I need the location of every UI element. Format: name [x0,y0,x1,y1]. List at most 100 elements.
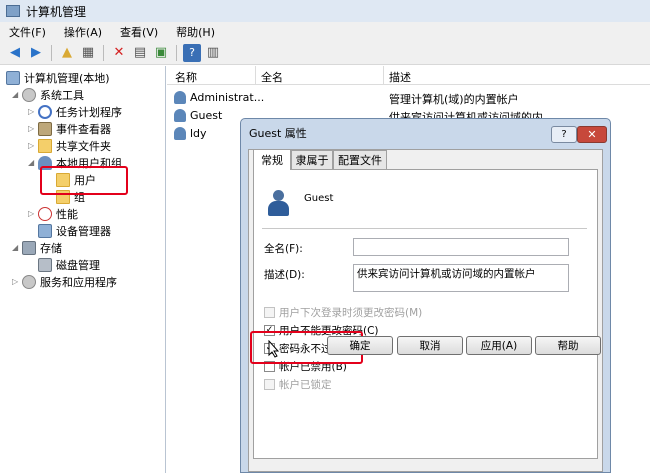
tree-label: 任务计划程序 [56,105,122,119]
storage-icon [22,240,36,255]
toolbar: ◀ ▶ ▲ ▦ ✕ ▤ ▣ ? ▥ [0,41,650,65]
menu-bar: 文件(F) 操作(A) 查看(V) 帮助(H) [0,22,650,41]
user-name: ldy [190,127,207,140]
tree-label: 设备管理器 [56,224,111,238]
computer-icon [6,70,20,85]
tree-item-task-scheduler[interactable]: ▷ 任务计划程序 [28,103,122,120]
properties-icon[interactable]: ▤ [131,44,149,62]
column-header-name[interactable]: 名称 [175,69,197,85]
user-name: Administrat... [190,91,265,104]
user-icon [174,127,186,140]
highlight-box-users [40,166,128,195]
fullname-label: 全名(F): [264,243,303,255]
mouse-cursor-icon [268,340,280,358]
tree-item-storage[interactable]: ◢ 存储 [12,239,62,256]
shared-folder-icon [38,138,52,153]
tree-item-root[interactable]: 计算机管理(本地) [6,69,110,86]
tree-item-services-apps[interactable]: ▷ 服务和应用程序 [12,273,117,290]
cancel-button[interactable]: 取消 [397,336,463,355]
column-separator[interactable] [383,66,384,85]
tree-label: 性能 [56,207,78,221]
expand-arrow-icon[interactable]: ▷ [12,277,22,286]
tree-item-event-viewer[interactable]: ▷ 事件查看器 [28,120,111,137]
user-description: 管理计算机(域)的内置帐户 [389,93,519,106]
menu-help[interactable]: 帮助(H) [167,24,224,40]
apply-button[interactable]: 应用(A) [466,336,532,355]
tree-label: 磁盘管理 [56,258,100,272]
dialog-help-button[interactable]: ? [551,126,577,143]
list-header: 名称 全名 描述 [167,66,650,85]
collapse-arrow-icon[interactable]: ◢ [12,90,22,99]
dialog-close-button[interactable]: ✕ [577,126,607,143]
disk-icon [38,257,52,272]
delete-icon[interactable]: ✕ [110,44,128,62]
tab-profile[interactable]: 配置文件 [333,150,387,169]
back-icon[interactable]: ◀ [6,44,24,62]
toolbar-separator [103,44,104,61]
expand-arrow-icon[interactable]: ▷ [28,141,38,150]
show-tree-icon[interactable]: ▦ [79,44,97,62]
clock-icon [38,104,52,119]
tree-item-device-manager[interactable]: 设备管理器 [38,222,111,239]
dialog-title: Guest 属性 [249,127,307,140]
column-header-fullname[interactable]: 全名 [261,69,283,85]
checkbox-box[interactable] [264,307,275,318]
description-label: 描述(D): [264,269,305,281]
tree-label: 存储 [40,241,62,255]
event-viewer-icon [38,121,52,136]
column-separator[interactable] [255,66,256,85]
view-icon[interactable]: ▥ [204,44,222,62]
up-folder-icon[interactable]: ▲ [58,44,76,62]
services-icon [22,274,36,289]
checkbox-label: 帐户已锁定 [279,379,332,391]
tree-item-system-tools[interactable]: ◢ 系统工具 [12,86,84,103]
collapse-arrow-icon[interactable]: ◢ [12,243,22,252]
navigation-tree: 计算机管理(本地) ◢ 系统工具 ▷ 任务计划程序 ▷ 事件查看器 ▷ 共享文件… [0,66,166,473]
description-field[interactable]: 供来宾访问计算机或访问域的内置帐户 [353,264,569,292]
tools-icon [22,87,36,102]
title-bar: 计算机管理 [0,0,650,22]
export-list-icon[interactable]: ▣ [152,44,170,62]
expand-arrow-icon[interactable]: ▷ [28,107,38,116]
checkbox-box[interactable] [264,379,275,390]
tab-member-of[interactable]: 隶属于 [291,150,333,169]
toolbar-separator [176,44,177,61]
account-locked-checkbox[interactable]: 帐户已锁定 [264,377,332,392]
collapse-arrow-icon[interactable]: ◢ [28,158,38,167]
tree-label: 服务和应用程序 [40,275,117,289]
user-icon [174,91,186,104]
ok-button[interactable]: 确定 [327,336,393,355]
menu-file[interactable]: 文件(F) [0,24,55,40]
column-header-description[interactable]: 描述 [389,69,411,85]
list-item[interactable]: Administrat... 管理计算机(域)的内置帐户 [167,89,650,107]
tree-label: 共享文件夹 [56,139,111,153]
expand-arrow-icon[interactable]: ▷ [28,124,38,133]
user-name: Guest [190,109,223,122]
general-tab-page: Guest 全名(F): 描述(D): 供来宾访问计算机或访问域的内置帐户 用户… [253,169,598,459]
tab-general[interactable]: 常规 [253,149,291,170]
tree-item-disk-management[interactable]: 磁盘管理 [38,256,100,273]
must-change-password-checkbox[interactable]: 用户下次登录时须更改密码(M) [264,305,422,320]
menu-view[interactable]: 查看(V) [111,24,167,40]
help-icon[interactable]: ? [183,43,201,62]
tree-item-shared-folders[interactable]: ▷ 共享文件夹 [28,137,111,154]
window-title: 计算机管理 [26,4,87,19]
guest-properties-dialog: Guest 属性 ? ✕ 常规 隶属于 配置文件 Guest 全名(F): 描述… [240,118,611,473]
menu-action[interactable]: 操作(A) [55,24,111,40]
tree-label: 事件查看器 [56,122,111,136]
expand-arrow-icon[interactable]: ▷ [28,209,38,218]
tree-label: 计算机管理(本地) [24,71,110,85]
user-icon [174,109,186,122]
device-manager-icon [38,223,52,238]
computer-management-icon [6,5,20,17]
tree-item-performance[interactable]: ▷ 性能 [28,205,78,222]
user-avatar-icon [266,190,290,218]
help-button[interactable]: 帮助 [535,336,601,355]
dialog-body: 常规 隶属于 配置文件 Guest 全名(F): 描述(D): 供来宾访问计算机… [248,149,603,472]
account-name: Guest [304,193,334,204]
checkbox-label: 用户下次登录时须更改密码(M) [279,307,423,319]
toolbar-separator [51,44,52,61]
forward-icon[interactable]: ▶ [27,44,45,62]
divider [262,228,587,229]
fullname-field[interactable] [353,238,569,256]
